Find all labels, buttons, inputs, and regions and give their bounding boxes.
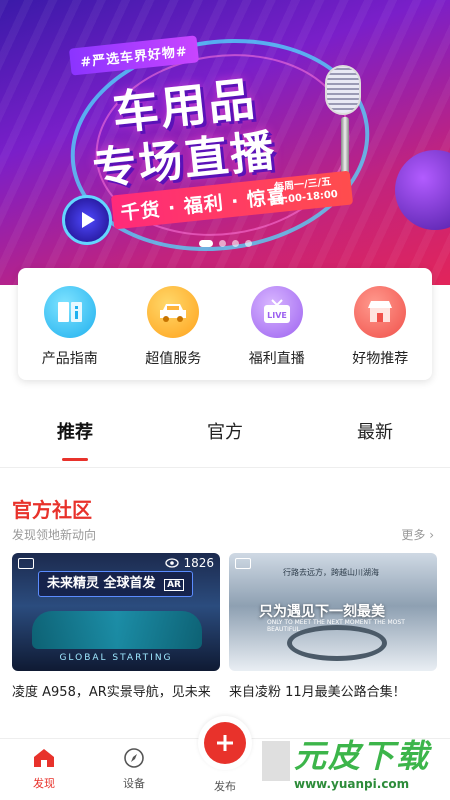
section-subtitle: 发现领地新动向: [12, 528, 97, 542]
watermark-url: www.yuanpi.com: [294, 777, 410, 791]
post-footer-text: GLOBAL STARTING: [59, 653, 173, 663]
post-card[interactable]: 行路去远方，跨越山川湖海 只为遇见下一刻最美 ONLY TO MEET THE …: [229, 553, 437, 671]
car-icon: [147, 286, 200, 338]
tab-latest[interactable]: 最新: [300, 418, 450, 466]
service-shortcuts: 产品指南 超值服务 LIVE 福利直播 好物推荐: [18, 268, 432, 380]
ar-badge: AR: [164, 579, 184, 591]
tab-label: 推荐: [57, 422, 93, 443]
carousel-dot[interactable]: [198, 240, 213, 247]
microphone-icon: [325, 65, 365, 185]
watermark-logo-icon: [262, 741, 290, 781]
service-value-service[interactable]: 超值服务: [128, 286, 218, 380]
carousel-dot[interactable]: [231, 240, 239, 247]
post-headline-text: 未来精灵 全球首发: [47, 576, 156, 591]
dashboard-image: [32, 611, 202, 649]
tab-label: 最新: [357, 422, 393, 443]
plus-icon: [204, 722, 246, 764]
shop-icon: [354, 286, 407, 338]
service-label: 福利直播: [248, 351, 305, 367]
service-recommend[interactable]: 好物推荐: [335, 286, 425, 380]
home-icon: [34, 749, 54, 767]
more-label: 更多: [401, 528, 426, 542]
carousel-indicator[interactable]: [0, 240, 450, 247]
tab-underline: [62, 458, 88, 461]
live-tv-icon: LIVE: [250, 286, 303, 338]
watermark: 元皮下载 www.yuanpi.com: [262, 722, 450, 800]
compass-icon: [124, 748, 144, 768]
post-card[interactable]: 1826 未来精灵 全球首发 AR GLOBAL STARTING: [12, 553, 220, 671]
service-label: 产品指南: [41, 351, 98, 367]
tab-recommend[interactable]: 推荐: [0, 418, 150, 466]
live-badge: LIVE: [267, 311, 287, 320]
live-banner[interactable]: #严选车界好物# 车用品 专场直播 千货 · 福利 · 惊喜 每周一/三/五 1…: [0, 0, 450, 285]
post-headline: 未来精灵 全球首发 AR: [38, 571, 193, 597]
post-headline: 只为遇见下一刻最美: [259, 604, 385, 620]
view-count-value: 1826: [183, 556, 214, 570]
service-label: 超值服务: [145, 351, 202, 367]
banner-schedule: 每周一/三/五 16:00-18:00: [268, 175, 339, 208]
watermark-brand: 元皮下载: [294, 737, 431, 775]
tab-official[interactable]: 官方: [150, 418, 300, 466]
post-small-text: 行路去远方，跨越山川湖海: [283, 568, 379, 577]
carousel-dot[interactable]: [244, 240, 252, 247]
video-icon: [235, 558, 251, 569]
service-product-guide[interactable]: 产品指南: [25, 286, 115, 380]
carousel-dot[interactable]: [218, 240, 226, 247]
publish-button[interactable]: [198, 716, 252, 770]
service-label: 好物推荐: [352, 351, 409, 367]
post-caption[interactable]: 来自凌粉 11月最美公路合集！: [229, 681, 441, 700]
road-image: [287, 625, 387, 661]
book-icon: [43, 286, 96, 338]
chevron-right-icon: ›: [429, 528, 434, 542]
more-link[interactable]: 更多 ›: [401, 526, 434, 543]
eye-icon: [165, 558, 180, 568]
section-title: 官方社区: [12, 498, 92, 522]
feed-tabs: 推荐 官方 最新: [0, 418, 450, 466]
view-count: 1826: [165, 556, 214, 570]
play-icon[interactable]: [62, 195, 112, 245]
post-caption[interactable]: 凌度 A958，AR实景导航，见未来: [12, 681, 224, 700]
video-icon: [18, 558, 34, 569]
divider: [0, 467, 450, 468]
service-welfare-live[interactable]: LIVE 福利直播: [232, 286, 322, 380]
tab-label: 官方: [207, 422, 243, 443]
